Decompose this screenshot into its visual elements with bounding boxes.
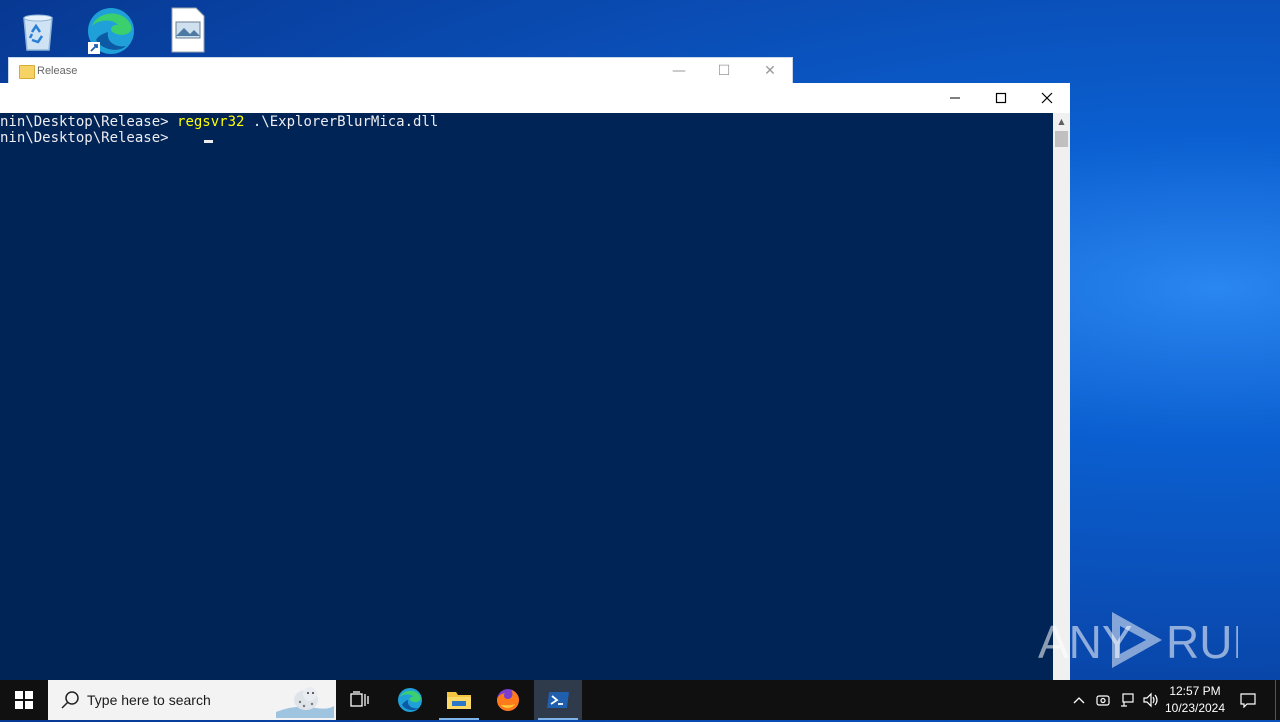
snow-leopard-icon [276,682,334,718]
show-hidden-icons-button[interactable] [1068,680,1090,720]
watermark-text-right: RUN [1166,616,1238,668]
network-icon [1121,693,1134,707]
image-file-icon[interactable] [164,6,212,54]
edge-icon [398,688,422,712]
close-button[interactable]: ✕ [747,58,793,84]
maximize-button[interactable]: ☐ [701,58,747,84]
taskbar-edge-button[interactable] [386,680,434,720]
console-prompt: nin\Desktop\Release> [0,114,178,130]
taskbar-file-explorer-button[interactable] [435,680,483,720]
console-line-2: nin\Desktop\Release> [0,130,177,146]
start-button[interactable] [0,680,48,720]
vertical-scrollbar[interactable]: ▲ [1053,113,1070,680]
show-desktop-button[interactable] [1275,680,1280,720]
speaker-icon [1143,692,1158,708]
task-view-icon [350,691,369,707]
recycle-bin-icon[interactable] [14,6,62,54]
powershell-titlebar[interactable] [0,83,1070,113]
scroll-thumb[interactable] [1055,131,1068,147]
notification-icon [1240,693,1256,708]
console-command: regsvr32 [177,114,245,130]
meet-now-button[interactable] [1092,680,1114,720]
taskbar-powershell-button[interactable] [534,680,582,720]
powershell-icon [547,692,569,708]
console-output[interactable]: nin\Desktop\Release> regsvr32 .\Explorer… [0,113,1053,680]
folder-icon [19,65,35,79]
task-view-button[interactable] [336,680,384,720]
close-button[interactable] [1024,83,1070,113]
firefox-icon [497,689,519,711]
powershell-window[interactable]: nin\Desktop\Release> regsvr32 .\Explorer… [0,83,1070,680]
minimize-button[interactable] [932,83,978,113]
minimize-button[interactable]: — [656,58,702,84]
text-cursor [204,140,213,143]
action-center-button[interactable] [1234,680,1262,720]
volume-button[interactable] [1140,680,1162,720]
taskbar-search-box[interactable]: Type here to search [48,680,336,720]
anyrun-watermark: ANY RUN [1038,608,1266,672]
chevron-up-icon [1073,697,1085,704]
search-placeholder: Type here to search [87,692,211,708]
edge-desktop-icon[interactable] [86,6,134,54]
file-explorer-icon [447,692,471,709]
network-button[interactable] [1116,680,1138,720]
console-arguments: .\ExplorerBlurMica.dll [244,114,439,130]
file-explorer-window[interactable]: Release — ☐ ✕ [8,57,793,85]
taskbar-firefox-button[interactable] [484,680,532,720]
windows-logo-icon [15,691,33,709]
taskbar: Type here to search 12:57 PM 10/23/2024 [0,680,1280,720]
clock-time: 12:57 PM [1169,684,1221,698]
explorer-window-title: Release [37,65,78,77]
maximize-button[interactable] [978,83,1024,113]
search-icon [60,690,80,714]
console-prompt: nin\Desktop\Release> [0,130,178,146]
taskbar-clock[interactable]: 12:57 PM 10/23/2024 [1160,680,1230,720]
scroll-up-arrow-icon[interactable]: ▲ [1053,113,1070,130]
clock-date: 10/23/2024 [1164,701,1226,715]
console-line-1: nin\Desktop\Release> regsvr32 .\Explorer… [0,114,438,130]
meet-now-icon [1096,695,1110,706]
